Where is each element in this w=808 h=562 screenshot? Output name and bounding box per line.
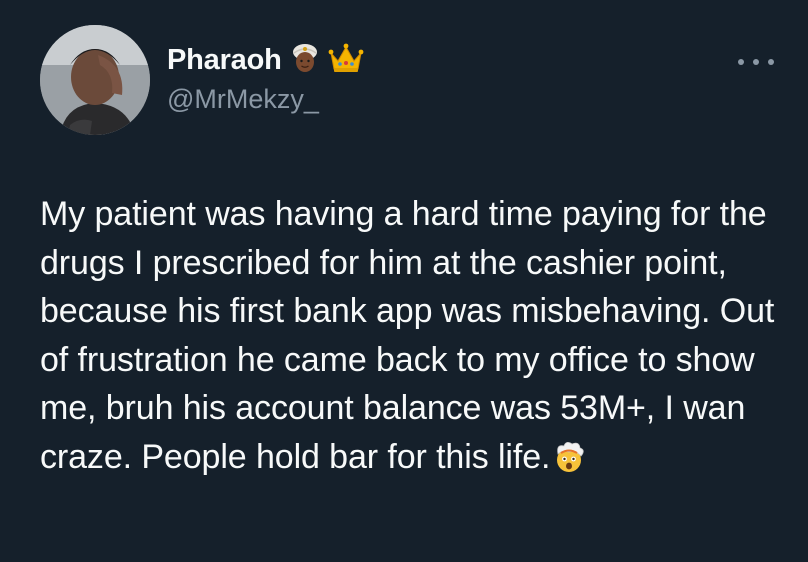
author-info: Pharaoh @MrMekzy_ [167,40,364,115]
avatar[interactable] [40,25,150,135]
more-horizontal-icon[interactable] [738,52,774,72]
more-dot [768,59,774,65]
tweet-text: My patient was having a hard time paying… [40,195,775,476]
tweet-text-block: My patient was having a hard time paying… [40,190,790,487]
display-name-row[interactable]: Pharaoh [167,40,364,80]
crown-emoji [328,41,364,80]
more-dot [753,59,759,65]
tweet-card: Pharaoh @MrMekzy_ My patient was having … [0,0,808,562]
person-with-turban-emoji [288,41,322,80]
display-name[interactable]: Pharaoh [167,44,282,77]
exploding-head-emoji [552,439,586,488]
avatar-image [40,25,150,135]
more-dot [738,59,744,65]
username-handle[interactable]: @MrMekzy_ [167,84,364,115]
